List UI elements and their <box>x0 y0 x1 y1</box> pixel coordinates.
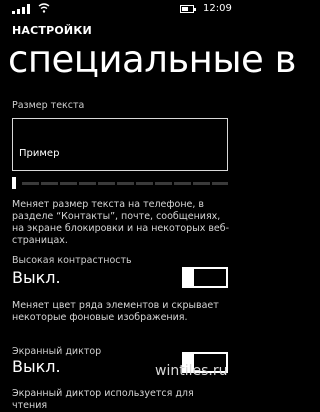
preview-text: Пример <box>19 148 60 159</box>
narrator-value: Выкл. <box>12 357 61 376</box>
text-size-label: Размер текста <box>12 100 85 111</box>
slider-track[interactable] <box>22 182 228 185</box>
text-size-slider[interactable] <box>12 177 228 189</box>
text-size-preview: Пример <box>12 118 228 171</box>
high-contrast-label: Высокая контрастность <box>12 255 132 266</box>
wifi-icon <box>38 3 50 13</box>
high-contrast-description: Меняет цвет ряда элементов и скрывает не… <box>12 300 219 323</box>
high-contrast-toggle[interactable] <box>182 267 228 288</box>
status-time: 12:09 <box>203 3 232 14</box>
text-size-description: Меняет размер текста на телефоне, в разд… <box>12 199 230 246</box>
high-contrast-value: Выкл. <box>12 268 61 287</box>
narrator-description: Экранный диктор используется для чтения <box>12 388 194 411</box>
signal-icon <box>12 4 30 14</box>
toggle-knob[interactable] <box>184 267 194 288</box>
narrator-label: Экранный диктор <box>12 346 102 357</box>
page-title: специальные в <box>8 38 296 81</box>
slider-thumb[interactable] <box>12 177 16 189</box>
app-title: НАСТРОЙКИ <box>12 24 92 37</box>
status-bar: 12:09 <box>0 0 240 18</box>
watermark: wintiles.ru <box>155 363 228 379</box>
battery-icon <box>180 5 196 13</box>
